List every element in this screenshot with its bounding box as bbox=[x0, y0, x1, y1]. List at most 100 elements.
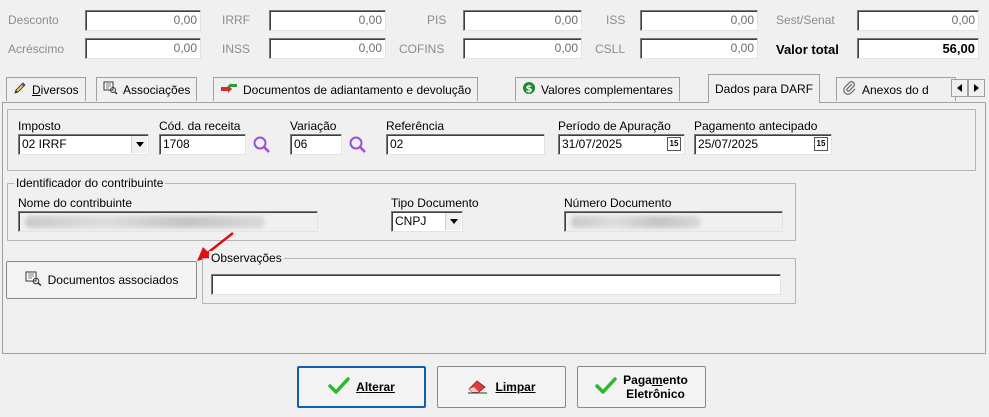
tab-documentos-adiantamento[interactable]: Documentos de adiantamento e devolução bbox=[213, 77, 479, 101]
numero-documento-input[interactable] bbox=[564, 211, 783, 232]
csll-field: 0,00 bbox=[640, 38, 758, 59]
tipo-documento-dropdown-button[interactable] bbox=[445, 213, 461, 230]
valor-total-field: 56,00 bbox=[857, 38, 979, 59]
dollar-icon: $ bbox=[522, 81, 536, 98]
search-icon bbox=[349, 136, 366, 153]
tab-documentos-adiantamento-label: Documentos de adiantamento e devolução bbox=[243, 82, 472, 97]
tipo-documento-label: Tipo Documento bbox=[391, 196, 479, 210]
observacoes-input[interactable] bbox=[211, 274, 781, 295]
cod-receita-input[interactable]: 1708 bbox=[159, 134, 246, 155]
irrf-field: 0,00 bbox=[269, 10, 386, 31]
periodo-apuracao-input[interactable]: 31/07/2025 15 bbox=[558, 134, 685, 155]
arrows-icon bbox=[220, 82, 238, 97]
search-cod-receita-button[interactable] bbox=[252, 135, 272, 158]
csll-label: CSLL bbox=[595, 42, 626, 56]
darf-group: Imposto 02 IRRF Cód. da receita 1708 Var… bbox=[7, 109, 976, 171]
desconto-label: Desconto bbox=[8, 13, 59, 27]
cod-receita-label: Cód. da receita bbox=[159, 119, 241, 133]
search-variacao-button[interactable] bbox=[348, 135, 368, 158]
chevron-down-icon bbox=[135, 142, 144, 147]
pencil-icon bbox=[13, 81, 27, 98]
imposto-value: 02 IRRF bbox=[22, 137, 67, 151]
referencia-label: Referência bbox=[386, 119, 445, 133]
referencia-input[interactable]: 02 bbox=[386, 134, 545, 155]
pis-field: 0,00 bbox=[463, 10, 582, 31]
chevron-down-icon bbox=[449, 219, 458, 224]
tipo-documento-select[interactable]: CNPJ bbox=[391, 211, 463, 232]
tab-valores-complementares[interactable]: $ Valores complementares bbox=[515, 77, 680, 101]
tab-diversos-mnemonic: D bbox=[32, 82, 41, 97]
periodo-apuracao-label: Período de Apuração bbox=[558, 119, 671, 133]
desconto-field: 0,00 bbox=[85, 10, 201, 31]
iss-field: 0,00 bbox=[640, 10, 758, 31]
imposto-dropdown-button[interactable] bbox=[131, 136, 147, 153]
limpar-button[interactable]: Limpar bbox=[437, 366, 566, 408]
pagamento-mnemonic: m bbox=[651, 373, 663, 387]
pagamento-label-part-a: Paga bbox=[623, 373, 652, 387]
sest-senat-label: Sest/Senat bbox=[776, 13, 835, 27]
dados-darf-panel: Imposto 02 IRRF Cód. da receita 1708 Var… bbox=[2, 102, 986, 354]
nome-contribuinte-label: Nome do contribuinte bbox=[18, 196, 133, 210]
tab-scroll-right-button[interactable] bbox=[968, 79, 985, 97]
valor-total-label: Valor total bbox=[776, 42, 839, 57]
limpar-label: impar bbox=[502, 380, 536, 394]
sest-senat-field: 0,00 bbox=[857, 10, 979, 31]
variacao-input[interactable]: 06 bbox=[290, 134, 342, 155]
svg-text:$: $ bbox=[526, 84, 533, 95]
cofins-label: COFINS bbox=[399, 42, 445, 56]
cofins-field: 0,00 bbox=[463, 38, 582, 59]
tab-strip: Diversos Associações Documentos de adian… bbox=[2, 73, 988, 103]
numero-documento-label: Número Documento bbox=[564, 196, 672, 210]
calendar-icon[interactable]: 15 bbox=[667, 137, 681, 151]
tab-anexos[interactable]: Anexos do d bbox=[836, 77, 956, 101]
pagamento-label-part-b: ento bbox=[662, 373, 688, 387]
paperclip-icon bbox=[843, 81, 857, 98]
tab-diversos[interactable]: Diversos bbox=[6, 77, 86, 101]
documentos-associados-label: Documentos associados bbox=[47, 273, 179, 287]
redacted-text bbox=[571, 216, 701, 228]
pagamento-antecipado-input[interactable]: 25/07/2025 15 bbox=[694, 134, 832, 155]
arrow-left-icon bbox=[957, 84, 962, 92]
contribuinte-group: Identificador do contribuinte Nome do co… bbox=[7, 176, 796, 241]
imposto-select[interactable]: 02 IRRF bbox=[18, 134, 149, 155]
alterar-mnemonic: A bbox=[356, 380, 365, 394]
imposto-label: Imposto bbox=[18, 119, 61, 133]
tab-associacoes-label: Associações bbox=[123, 82, 191, 97]
checkmark-icon bbox=[595, 376, 617, 398]
arrow-right-icon bbox=[974, 84, 979, 92]
inss-field: 0,00 bbox=[269, 38, 386, 59]
acrescimo-label: Acréscimo bbox=[8, 42, 65, 56]
tab-valores-complementares-label: Valores complementares bbox=[541, 82, 673, 97]
tab-anexos-label: Anexos do d bbox=[862, 82, 929, 97]
periodo-apuracao-value: 31/07/2025 bbox=[562, 137, 623, 151]
irrf-label: IRRF bbox=[222, 13, 250, 27]
limpar-mnemonic: L bbox=[495, 380, 503, 394]
alterar-button[interactable]: Alterar bbox=[297, 366, 426, 408]
tab-dados-darf[interactable]: Dados para DARF bbox=[708, 74, 821, 103]
checkmark-icon bbox=[328, 376, 350, 398]
eletronico-label: Eletrônico bbox=[626, 387, 685, 401]
pagamento-eletronico-button[interactable]: Pagamento Eletrônico bbox=[577, 366, 706, 408]
documentos-associados-button[interactable]: Documentos associados bbox=[6, 261, 197, 299]
calendar-icon[interactable]: 15 bbox=[814, 137, 828, 151]
eraser-icon bbox=[467, 378, 489, 397]
tipo-documento-value: CNPJ bbox=[395, 214, 427, 228]
action-bar: Alterar Limpar Pagamento Eletrônico bbox=[0, 356, 989, 417]
search-icon bbox=[253, 136, 270, 153]
tab-dados-darf-label: Dados para DARF bbox=[715, 82, 814, 96]
tab-associacoes[interactable]: Associações bbox=[96, 77, 198, 101]
nome-contribuinte-input[interactable] bbox=[18, 211, 318, 232]
contribuinte-group-title: Identificador do contribuinte bbox=[14, 176, 166, 190]
observacoes-group: Observações bbox=[202, 251, 796, 304]
variacao-label: Variação bbox=[290, 119, 337, 133]
iss-label: ISS bbox=[606, 13, 626, 27]
redacted-text bbox=[25, 216, 265, 228]
observacoes-label: Observações bbox=[209, 251, 284, 265]
pagamento-antecipado-value: 25/07/2025 bbox=[698, 137, 759, 151]
pagamento-antecipado-label: Pagamento antecipado bbox=[694, 119, 818, 133]
tab-scroll-left-button[interactable] bbox=[951, 79, 968, 97]
tab-diversos-label: iversos bbox=[40, 82, 79, 97]
document-search-icon bbox=[25, 271, 42, 289]
acrescimo-field: 0,00 bbox=[85, 38, 201, 59]
inss-label: INSS bbox=[222, 42, 251, 56]
